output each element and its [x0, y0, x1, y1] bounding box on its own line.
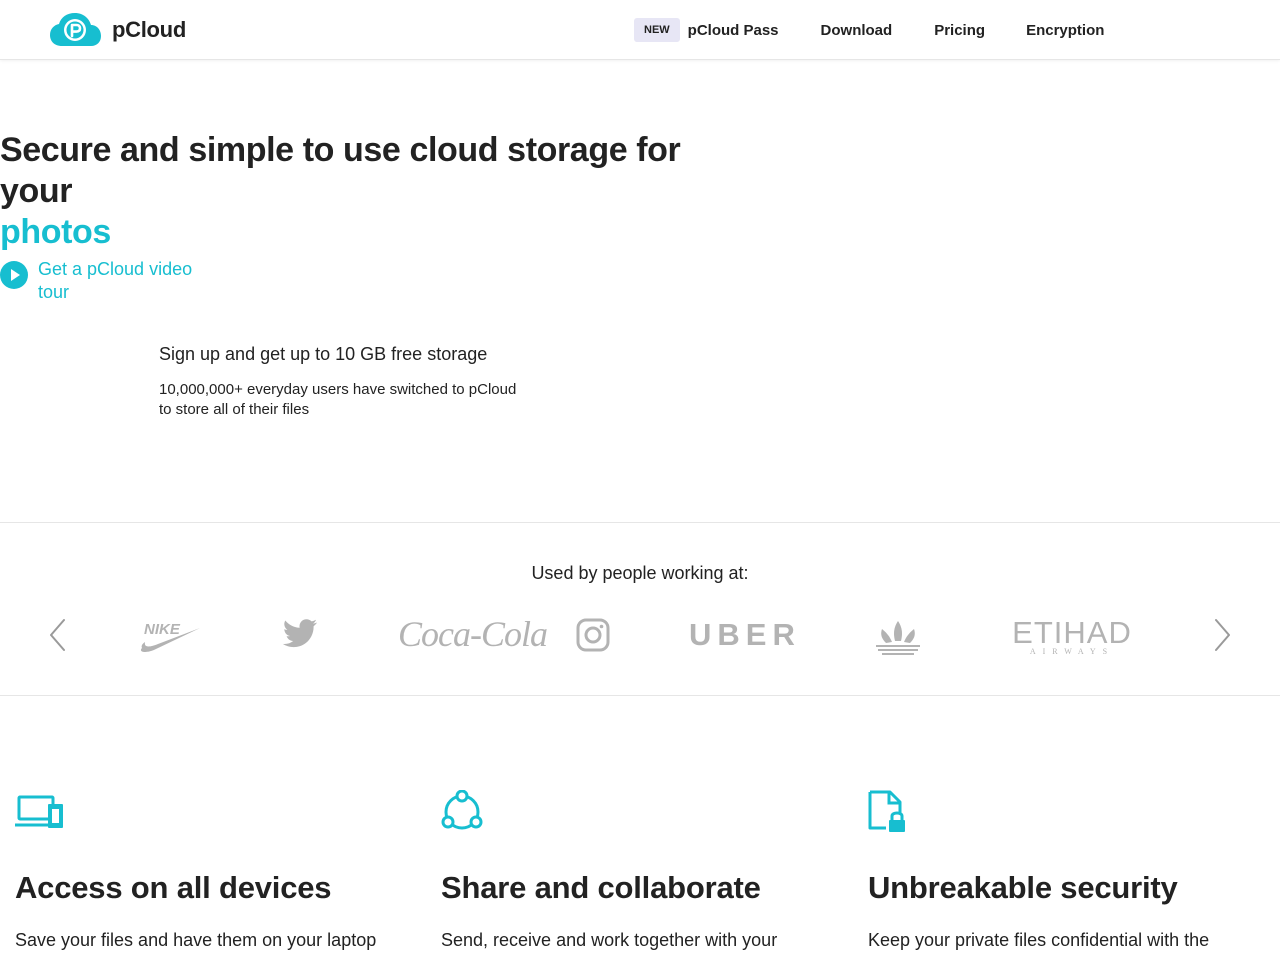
feature-description: Keep your private files confidential wit… — [868, 927, 1238, 953]
share-icon — [441, 789, 483, 830]
main-nav: NEW pCloud Pass Download Pricing Encrypt… — [634, 18, 1104, 42]
feature-share-collaborate: Share and collaborate Send, receive and … — [441, 789, 841, 953]
nav-pricing[interactable]: Pricing — [934, 22, 985, 39]
devices-icon — [15, 795, 63, 828]
secure-file-icon — [868, 790, 905, 832]
signup-subtitle: 10,000,000+ everyday users have switched… — [159, 381, 517, 418]
feature-description-text: Save your files and have them on your la… — [15, 930, 377, 950]
cloud-logo-icon — [50, 13, 101, 46]
customer-logos-section: Used by people working at: NIKE Coca-Col… — [0, 522, 1280, 696]
instagram-logo — [576, 618, 610, 652]
hero-title-main: Secure and simple to use cloud storage f… — [0, 131, 681, 210]
new-badge: NEW — [634, 18, 680, 42]
feature-title: Access on all devices — [15, 870, 332, 905]
coca-cola-logo: Coca-Cola — [398, 614, 548, 654]
signup-title: Sign up and get up to 10 GB free storage — [159, 344, 488, 364]
video-tour-link[interactable]: Get a pCloud video tour — [0, 258, 218, 304]
nike-wordmark: NIKE — [144, 621, 181, 638]
nav-download[interactable]: Download — [821, 22, 893, 39]
nike-logo: NIKE — [140, 621, 200, 652]
feature-description: Send, receive and work together with you… — [441, 927, 811, 953]
hero-title: Secure and simple to use cloud storage f… — [0, 130, 760, 253]
feature-access-devices: Access on all devices Save your files an… — [15, 790, 415, 953]
feature-description-text: Send, receive and work together with you… — [441, 930, 778, 950]
used-by-heading: Used by people working at: — [531, 563, 749, 583]
chevron-right-icon[interactable] — [1210, 617, 1234, 653]
uber-logo: UBER — [689, 617, 801, 652]
twitter-logo — [282, 619, 317, 648]
feature-title: Share and collaborate — [441, 870, 761, 905]
etihad-wordmark: ETIHAD — [1012, 615, 1132, 650]
nav-pcloud-pass[interactable]: pCloud Pass — [688, 22, 779, 39]
chevron-left-icon[interactable] — [46, 617, 70, 653]
feature-unbreakable-security: Unbreakable security Keep your private f… — [868, 790, 1268, 953]
feature-description: Save your files and have them on your la… — [15, 927, 385, 953]
feature-title: Unbreakable security — [868, 870, 1178, 905]
play-icon — [0, 261, 28, 289]
logo-text: pCloud — [112, 17, 186, 42]
site-header: pCloud NEW pCloud Pass Download Pricing … — [0, 0, 1280, 60]
adidas-logo — [876, 621, 920, 655]
feature-description-text: Keep your private files confidential wit… — [868, 930, 1210, 950]
pcloud-logo[interactable]: pCloud — [50, 12, 186, 48]
video-tour-label: Get a pCloud video tour — [38, 259, 193, 302]
hero-title-accent: photos — [0, 213, 111, 251]
etihad-logo: ETIHAD AIRWAYS — [1000, 615, 1144, 656]
nav-encryption[interactable]: Encryption — [1026, 22, 1104, 39]
